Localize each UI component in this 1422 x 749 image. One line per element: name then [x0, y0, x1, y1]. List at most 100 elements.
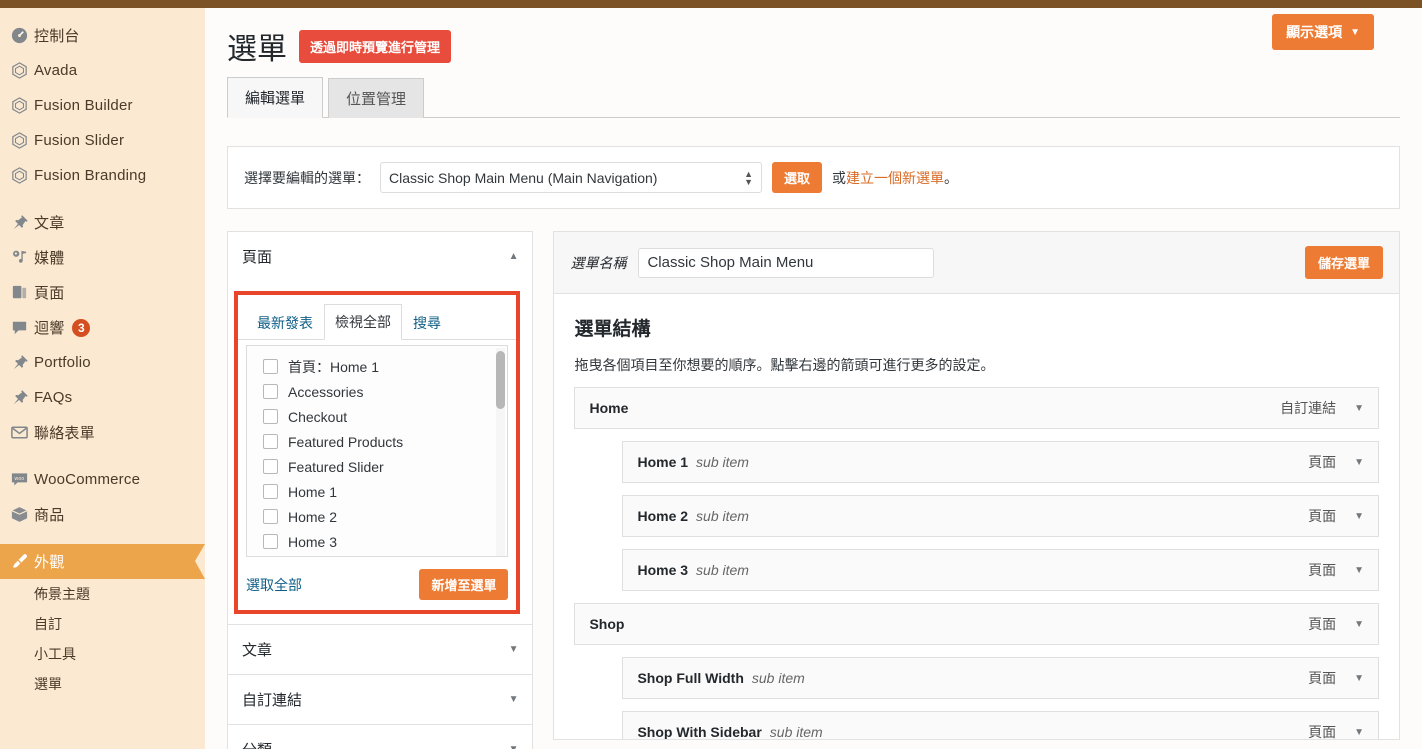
page-checkbox[interactable]	[263, 484, 278, 499]
page-checkbox[interactable]	[263, 459, 278, 474]
sidebar-item-avada[interactable]: Avada	[0, 53, 205, 88]
pages-tab-0[interactable]: 最新發表	[246, 305, 324, 340]
sidebar-item-媒體[interactable]: 媒體	[0, 240, 205, 275]
page-label: Accessories	[288, 383, 364, 400]
page-list-item[interactable]: Home 3	[247, 529, 507, 554]
menu-item-title: Home 3	[637, 562, 689, 578]
page-checkbox[interactable]	[263, 384, 278, 399]
menu-item-subitem-label: sub item	[696, 508, 749, 524]
show-options-button[interactable]: 顯示選項 ▼	[1272, 14, 1374, 50]
pages-list-footer: 選取全部 新增至選單	[238, 557, 516, 610]
page-list-item[interactable]: Featured Products	[247, 429, 507, 454]
select-all-link[interactable]: 選取全部	[246, 575, 302, 595]
page-checkbox[interactable]	[263, 359, 278, 374]
menu-item-label-group: Shop	[589, 616, 624, 632]
page-list-item[interactable]: Home 1	[247, 479, 507, 504]
pages-tab-1[interactable]: 檢視全部	[324, 304, 402, 340]
sidebar-item-商品[interactable]: 商品	[0, 497, 205, 532]
save-menu-button[interactable]: 儲存選單	[1304, 246, 1383, 279]
sidebar-item-portfolio[interactable]: Portfolio	[0, 345, 205, 380]
menu-name-input[interactable]	[638, 247, 935, 278]
categories-panel-header[interactable]: 分類 ▼	[228, 725, 532, 749]
pages-checkbox-list[interactable]: 首頁：Home 1 Accessories Checkout Featured Pro…	[246, 345, 509, 557]
chevron-down-icon[interactable]: ▼	[1354, 457, 1364, 468]
menu-item-row[interactable]: Home 自訂連結 ▼	[574, 387, 1379, 429]
page-checkbox[interactable]	[263, 409, 278, 424]
menu-item-row[interactable]: Shop With Sidebar sub item 頁面 ▼	[622, 711, 1379, 739]
menu-item-label-group: Home 3 sub item	[637, 562, 749, 578]
page-list-item[interactable]: Home 2	[247, 504, 507, 529]
sidebar-subitem-1[interactable]: 自訂	[0, 609, 205, 639]
page-checkbox[interactable]	[263, 534, 278, 549]
sidebar-item-外觀[interactable]: 外觀	[0, 544, 205, 579]
menu-select[interactable]: Classic Shop Main Menu (Main Navigation)…	[380, 162, 762, 193]
menu-item-meta: 頁面 ▼	[1308, 506, 1364, 526]
avada-icon	[8, 95, 30, 117]
menu-structure-body: 選單結構 拖曳各個項目至你想要的順序。點擊右邊的箭頭可進行更多的設定。 Home…	[553, 294, 1400, 740]
sidebar-item-label: 商品	[34, 507, 65, 524]
menu-item-meta: 頁面 ▼	[1308, 452, 1364, 472]
create-new-menu-link[interactable]: 建立一個新選單	[846, 170, 944, 186]
show-options-label: 顯示選項	[1286, 24, 1343, 40]
menu-item-row[interactable]: Home 1 sub item 頁面 ▼	[622, 441, 1379, 483]
chevron-down-icon[interactable]: ▼	[1354, 511, 1364, 522]
page-checkbox[interactable]	[263, 434, 278, 449]
sidebar-item-fusion-builder[interactable]: Fusion Builder	[0, 88, 205, 123]
page-list-item[interactable]: 首頁：Home 1	[247, 354, 507, 379]
sidebar-item-label: 文章	[34, 215, 65, 232]
create-menu-text: 或建立一個新選單。	[832, 168, 958, 188]
sidebar-separator	[0, 532, 205, 544]
page-list-item[interactable]: Featured Slider	[247, 454, 507, 479]
chevron-down-icon[interactable]: ▼	[1354, 565, 1364, 576]
select-menu-button[interactable]: 選取	[772, 162, 823, 193]
chevron-down-icon[interactable]: ▼	[1354, 619, 1364, 630]
sidebar-subitem-2[interactable]: 小工具	[0, 639, 205, 669]
tab-0[interactable]: 編輯選單	[227, 77, 324, 118]
page-label: Featured Products	[288, 433, 404, 450]
menu-item-row[interactable]: Shop 頁面 ▼	[574, 603, 1379, 645]
list-scrollbar-thumb[interactable]	[496, 351, 506, 409]
page-list-item[interactable]: Accessories	[247, 379, 507, 404]
sidebar-subitem-3[interactable]: 選單	[0, 669, 205, 699]
menu-item-type: 頁面	[1308, 562, 1337, 578]
menu-item-row[interactable]: Home 3 sub item 頁面 ▼	[622, 549, 1379, 591]
chevron-down-icon[interactable]: ▼	[509, 694, 519, 705]
sidebar-item-label: 外觀	[34, 554, 65, 571]
live-preview-button[interactable]: 透過即時預覽進行管理	[299, 29, 452, 63]
menu-item-label-group: Home 2 sub item	[637, 508, 749, 524]
sidebar-item-控制台[interactable]: 控制台	[0, 18, 205, 53]
menu-item-row[interactable]: Home 2 sub item 頁面 ▼	[622, 495, 1379, 537]
chevron-down-icon[interactable]: ▼	[509, 644, 519, 655]
sidebar-item-聯絡表單[interactable]: 聯絡表單	[0, 415, 205, 450]
chevron-down-icon[interactable]: ▼	[1354, 403, 1364, 414]
sidebar-subitem-0[interactable]: 佈景主題	[0, 579, 205, 609]
sidebar-item-文章[interactable]: 文章	[0, 205, 205, 240]
add-to-menu-button[interactable]: 新增至選單	[419, 569, 509, 600]
sidebar-item-fusion-slider[interactable]: Fusion Slider	[0, 123, 205, 158]
menu-item-label-group: Shop Full Width sub item	[637, 670, 804, 686]
pin-icon	[8, 387, 30, 409]
sidebar-item-頁面[interactable]: 頁面	[0, 275, 205, 310]
menu-item-row[interactable]: Shop Full Width sub item 頁面 ▼	[622, 657, 1379, 699]
pages-tab-2[interactable]: 搜尋	[402, 305, 452, 340]
sidebar-item-label: 聯絡表單	[34, 425, 95, 442]
chevron-up-icon[interactable]: ▲	[509, 251, 519, 262]
sidebar-item-faqs[interactable]: FAQs	[0, 380, 205, 415]
menu-item-meta: 自訂連結 ▼	[1280, 398, 1364, 418]
page-list-item[interactable]: Checkout	[247, 404, 507, 429]
sidebar-item-woocommerce[interactable]: woo WooCommerce	[0, 462, 205, 497]
sidebar-item-迴響[interactable]: 迴響 3	[0, 310, 205, 345]
chevron-down-icon[interactable]: ▼	[1354, 727, 1364, 738]
page-checkbox[interactable]	[263, 509, 278, 524]
page-title: 選單	[227, 33, 287, 66]
chevron-down-icon[interactable]: ▼	[509, 744, 519, 749]
sidebar-item-fusion-branding[interactable]: Fusion Branding	[0, 158, 205, 193]
tab-1[interactable]: 位置管理	[328, 78, 425, 118]
sidebar-item-label: WooCommerce	[34, 471, 141, 488]
custom-links-panel-header[interactable]: 自訂連結 ▼	[228, 675, 532, 724]
chevron-down-icon[interactable]: ▼	[1354, 673, 1364, 684]
pages-panel-header[interactable]: 頁面 ▲	[228, 232, 532, 281]
posts-panel-header[interactable]: 文章 ▼	[228, 625, 532, 674]
menu-item-subitem-label: sub item	[696, 454, 749, 470]
avada-icon	[8, 130, 30, 152]
